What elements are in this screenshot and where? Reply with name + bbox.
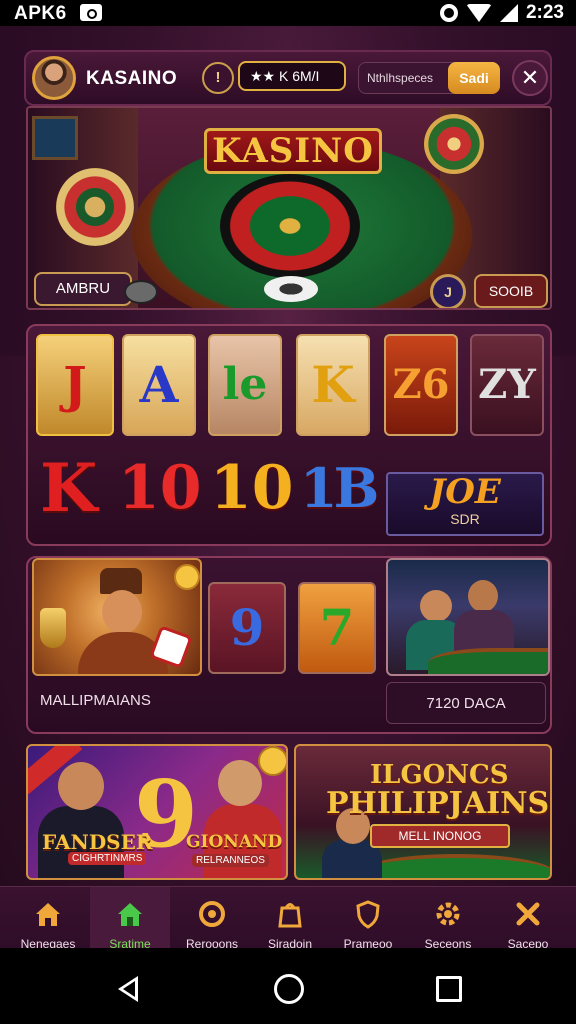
slot-symbol[interactable]: 1B	[300, 448, 379, 528]
promo-title: GIONAND	[186, 832, 283, 852]
search-button[interactable]: Sadi	[448, 62, 500, 94]
coin-icon	[174, 564, 200, 590]
balance-display[interactable]: ★★ K 6M/I	[238, 61, 346, 91]
promo-banner: MELL INONOG	[370, 824, 510, 848]
nav-item-prameoo[interactable]: Prameoo	[328, 887, 408, 948]
house-icon	[118, 903, 142, 926]
slot-tile[interactable]: Z6	[384, 334, 458, 436]
back-icon[interactable]	[118, 976, 138, 1002]
brand-title: KASAINO	[86, 68, 178, 89]
nav-item-siradoin[interactable]: Siradoin	[250, 887, 330, 948]
roulette-wheel-icon	[220, 174, 360, 278]
signal-icon	[499, 4, 518, 22]
slot-tile[interactable]: A	[122, 334, 196, 436]
live-dealer-card[interactable]	[386, 558, 550, 676]
player-face	[468, 580, 498, 612]
hero-left-button[interactable]: AMBRU	[34, 272, 132, 306]
tv-screen-image	[32, 116, 78, 160]
home-icon	[36, 903, 60, 926]
carrier-label: APK6	[14, 3, 67, 24]
gear-icon	[439, 4, 458, 22]
bag-icon	[278, 903, 302, 928]
nav-label: Nenegaes	[20, 937, 76, 948]
nav-item-sratime[interactable]: Sratime	[90, 887, 170, 948]
recents-icon[interactable]	[436, 976, 462, 1002]
hero-right-button[interactable]: SOOIB	[474, 274, 548, 308]
slot-tile[interactable]: K	[296, 334, 370, 436]
table-felt	[356, 854, 550, 878]
clock: 2:23	[525, 2, 564, 23]
character-face	[58, 762, 104, 810]
casino-sign-text: KASINO	[212, 131, 374, 171]
number-tile[interactable]: 9	[208, 582, 286, 674]
nav-label: Sratime	[109, 937, 151, 948]
slot-tile[interactable]: J	[36, 334, 114, 436]
promo-panel: 9 7 MALLIPMAIANS 7120 DACA	[26, 556, 552, 734]
casino-sign: KASINO	[204, 128, 382, 174]
chip-icon	[264, 276, 318, 302]
player-face	[420, 590, 452, 622]
promo-subtitle: CIGHRTINMRS	[68, 852, 147, 865]
status-bar: APK6 2:23	[0, 0, 576, 26]
promo-title: FANDSER	[42, 830, 153, 854]
fortune-wheel-right-icon	[424, 114, 484, 174]
nav-item-nenegaes[interactable]: Nenegaes	[8, 887, 88, 948]
promo-title: PHILIPJAINS	[326, 786, 550, 821]
slot-games-panel: J A le K Z6 ZY K 10 10 1B JOE SDR	[26, 324, 552, 546]
game-promo-card[interactable]	[32, 558, 202, 676]
slot-symbol[interactable]: 10	[118, 448, 202, 528]
table-felt	[428, 648, 548, 674]
settings-icon	[436, 902, 460, 926]
hero-icon-button[interactable]: J	[430, 274, 466, 308]
game-screen: KASAINO ! ★★ K 6M/I Nthlhspeces Sadi ✕ K…	[0, 26, 576, 948]
code-button[interactable]: 7120 DACA	[386, 682, 546, 724]
nav-label: Siradoin	[267, 937, 313, 948]
coin-icon	[258, 746, 286, 776]
nav-label: Rerooons	[185, 937, 239, 948]
slot-tile[interactable]: le	[208, 334, 282, 436]
shield-icon	[356, 900, 380, 929]
balance-value: ★★ K 6M/I	[250, 68, 320, 84]
feature-game-title: JOE	[429, 472, 501, 512]
wifi-icon	[465, 4, 492, 22]
feature-game-card[interactable]: JOE SDR	[386, 472, 544, 536]
hero-banner[interactable]: KASINO AMBRU J SOOIB	[26, 106, 552, 310]
nav-item-rerooons[interactable]: Rerooons	[172, 887, 252, 948]
close-button[interactable]: ✕	[512, 60, 548, 96]
bottom-nav: Nenegaes Sratime Rerooons Siradoin Prame…	[0, 886, 576, 948]
section-label: MALLIPMAIANS	[40, 692, 151, 709]
slot-tile[interactable]: ZY	[470, 334, 544, 436]
slot-symbol[interactable]: 10	[210, 448, 294, 528]
search-placeholder: Nthlhspeces	[367, 71, 434, 85]
number-tile[interactable]: 7	[298, 582, 376, 674]
fortune-wheel-icon	[56, 168, 134, 246]
home-circle-icon[interactable]	[274, 974, 304, 1004]
nav-label: Prameoo	[343, 937, 393, 948]
badge-icon	[199, 901, 225, 927]
promo-subtitle: RELRANNEOS	[192, 854, 269, 867]
nav-label: Seceons	[424, 937, 472, 948]
promo-card-left[interactable]: 9 FANDSER CIGHRTINMRS GIONAND RELRANNEOS	[26, 744, 288, 880]
coin-icon	[124, 280, 158, 304]
info-button[interactable]: !	[202, 62, 234, 94]
top-header: KASAINO ! ★★ K 6M/I Nthlhspeces Sadi ✕	[24, 50, 552, 106]
feature-game-subtitle: SDR	[450, 511, 480, 527]
nav-item-seceons[interactable]: Seceons	[408, 887, 488, 948]
slot-symbol[interactable]: K	[40, 448, 97, 528]
promo-card-right[interactable]: ILGONCS PHILIPJAINS MELL INONOG	[294, 744, 552, 880]
trophy-icon	[40, 608, 66, 648]
character-face	[102, 590, 142, 634]
character-face	[218, 760, 262, 806]
system-nav-bar	[0, 948, 576, 1024]
tools-icon	[516, 902, 540, 926]
nav-item-sacepo[interactable]: Sacepo	[488, 887, 568, 948]
avatar[interactable]	[32, 56, 76, 100]
nav-label: Sacepo	[507, 937, 549, 948]
notification-icon	[80, 4, 102, 21]
search-input[interactable]: Nthlhspeces Sadi	[358, 62, 500, 94]
